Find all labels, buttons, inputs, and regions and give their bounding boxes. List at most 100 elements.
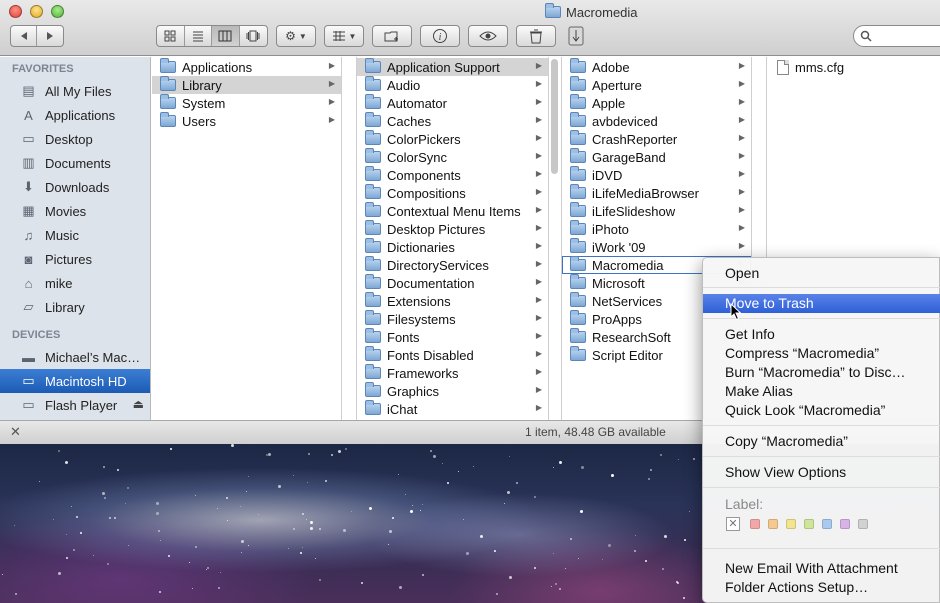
star [310,527,313,530]
menu-folder-actions[interactable]: Folder Actions Setup… [703,578,940,597]
label-none-icon[interactable]: ✕ [726,517,740,531]
star [248,476,249,477]
new-folder-button[interactable] [372,25,412,47]
arrange-button[interactable]: ▼ [324,25,364,47]
list-view-button[interactable] [185,26,212,46]
folder-row[interactable]: DirectoryServices ▶ [357,256,548,274]
sidebar-item-label: Macintosh HD [45,373,127,389]
folder-row[interactable]: Apple ▶ [562,94,751,112]
sidebar-item-mike[interactable]: ⌂ mike [0,271,150,295]
sidebar-item-macintosh-hd[interactable]: ▭ Macintosh HD [0,369,150,393]
label-color-swatch[interactable] [840,519,850,529]
folder-row[interactable]: Audio ▶ [357,76,548,94]
folder-row[interactable]: ColorPickers ▶ [357,130,548,148]
folder-row[interactable]: CrashReporter ▶ [562,130,751,148]
folder-row[interactable]: System ▶ [152,94,341,112]
folder-row[interactable]: GarageBand ▶ [562,148,751,166]
folder-row[interactable]: Filesystems ▶ [357,310,548,328]
menu-copy[interactable]: Copy “Macromedia” [703,432,940,451]
folder-row[interactable]: Extensions ▶ [357,292,548,310]
folder-row[interactable]: Documentation ▶ [357,274,548,292]
folder-row[interactable]: Adobe ▶ [562,58,751,76]
menu-show-view-options[interactable]: Show View Options [703,463,940,482]
sidebar-item-all-my-files[interactable]: ▤ All My Files [0,79,150,103]
customize-toolbar-icon[interactable] [565,24,589,48]
star [231,444,234,447]
column-divider[interactable] [547,57,562,420]
folder-row[interactable]: Contextual Menu Items ▶ [357,202,548,220]
folder-row[interactable]: Frameworks ▶ [357,364,548,382]
forward-button[interactable] [37,26,63,46]
menu-new-email[interactable]: New Email With Attachment [703,559,940,578]
label-color-swatch[interactable] [768,519,778,529]
label-color-swatch[interactable] [786,519,796,529]
eject-icon[interactable]: ⏏ [133,397,144,411]
disclosure-arrow-icon: ▶ [738,61,745,70]
menu-get-info[interactable]: Get Info [703,325,940,344]
column-divider[interactable] [342,57,357,420]
folder-row[interactable]: Fonts ▶ [357,328,548,346]
sidebar-item-library[interactable]: ▱ Library [0,295,150,319]
folder-row[interactable]: iDVD ▶ [562,166,751,184]
folder-row[interactable]: Compositions ▶ [357,184,548,202]
sidebar-item-music[interactable]: ♫ Music [0,223,150,247]
label-color-swatch[interactable] [750,519,760,529]
menu-compress[interactable]: Compress “Macromedia” [703,344,940,363]
back-button[interactable] [11,26,38,46]
folder-row[interactable]: Graphics ▶ [357,382,548,400]
label-color-swatch[interactable] [858,519,868,529]
folder-row[interactable]: iPhoto ▶ [562,220,751,238]
menu-make-alias[interactable]: Make Alias [703,382,940,401]
star [109,517,111,519]
get-info-button[interactable]: i [420,25,460,47]
close-button[interactable] [9,5,22,18]
folder-row[interactable]: Application Support ▶ [357,58,548,76]
folder-row[interactable]: Components ▶ [357,166,548,184]
sidebar-item-desktop[interactable]: ▭ Desktop [0,127,150,151]
delete-button[interactable] [516,25,556,47]
path-tool-icon[interactable]: ✕ [10,424,21,440]
quick-look-button[interactable] [468,25,508,47]
pictures-icon: ◙ [24,251,33,267]
folder-row[interactable]: Desktop Pictures ▶ [357,220,548,238]
folder-row[interactable]: Fonts Disabled ▶ [357,346,548,364]
sidebar-item-label: Movies [45,203,87,219]
star [689,511,690,512]
folder-row[interactable]: Aperture ▶ [562,76,751,94]
menu-quick-look[interactable]: Quick Look “Macromedia” [703,401,940,420]
sidebar-item-movies[interactable]: ▦ Movies [0,199,150,223]
sidebar-item-downloads[interactable]: ⬇ Downloads [0,175,150,199]
folder-row[interactable]: Applications ▶ [152,58,341,76]
folder-row[interactable]: avbdeviced ▶ [562,112,751,130]
sidebar-item-applications[interactable]: A Applications [0,103,150,127]
column-view-button[interactable] [212,26,240,46]
search-field[interactable] [853,25,940,47]
folder-row[interactable]: Caches ▶ [357,112,548,130]
sidebar-item-michael-s-mac[interactable]: ▬ Michael’s Mac… [0,345,150,369]
folder-row[interactable]: iLifeSlideshow ▶ [562,202,751,220]
cover-flow-button[interactable] [240,26,267,46]
label-color-swatch[interactable] [822,519,832,529]
menu-burn[interactable]: Burn “Macromedia” to Disc… [703,363,940,382]
folder-row[interactable]: Users ▶ [152,112,341,130]
folder-row[interactable]: Library ▶ [152,76,341,94]
action-menu-button[interactable]: ⚙ ▼ [276,25,316,47]
folder-row[interactable]: iLifeMediaBrowser ▶ [562,184,751,202]
folder-row[interactable]: iChat ▶ [357,400,548,418]
folder-row[interactable]: iWork '09 ▶ [562,238,751,256]
folder-icon [570,238,586,253]
zoom-button[interactable] [51,5,64,18]
search-input[interactable] [876,29,940,43]
icon-view-button[interactable] [157,26,185,46]
label-color-swatch[interactable] [804,519,814,529]
sidebar-item-pictures[interactable]: ◙ Pictures [0,247,150,271]
sidebar-item-flash-player[interactable]: ▭ Flash Player ⏏ [0,393,150,417]
sidebar-item-label: Music [45,227,79,243]
folder-row[interactable]: Dictionaries ▶ [357,238,548,256]
folder-row[interactable]: Automator ▶ [357,94,548,112]
folder-row[interactable]: ColorSync ▶ [357,148,548,166]
sidebar-item-documents[interactable]: ▥ Documents [0,151,150,175]
minimize-button[interactable] [30,5,43,18]
menu-open[interactable]: Open [703,264,940,283]
file-row[interactable]: mms.cfg [767,58,940,76]
